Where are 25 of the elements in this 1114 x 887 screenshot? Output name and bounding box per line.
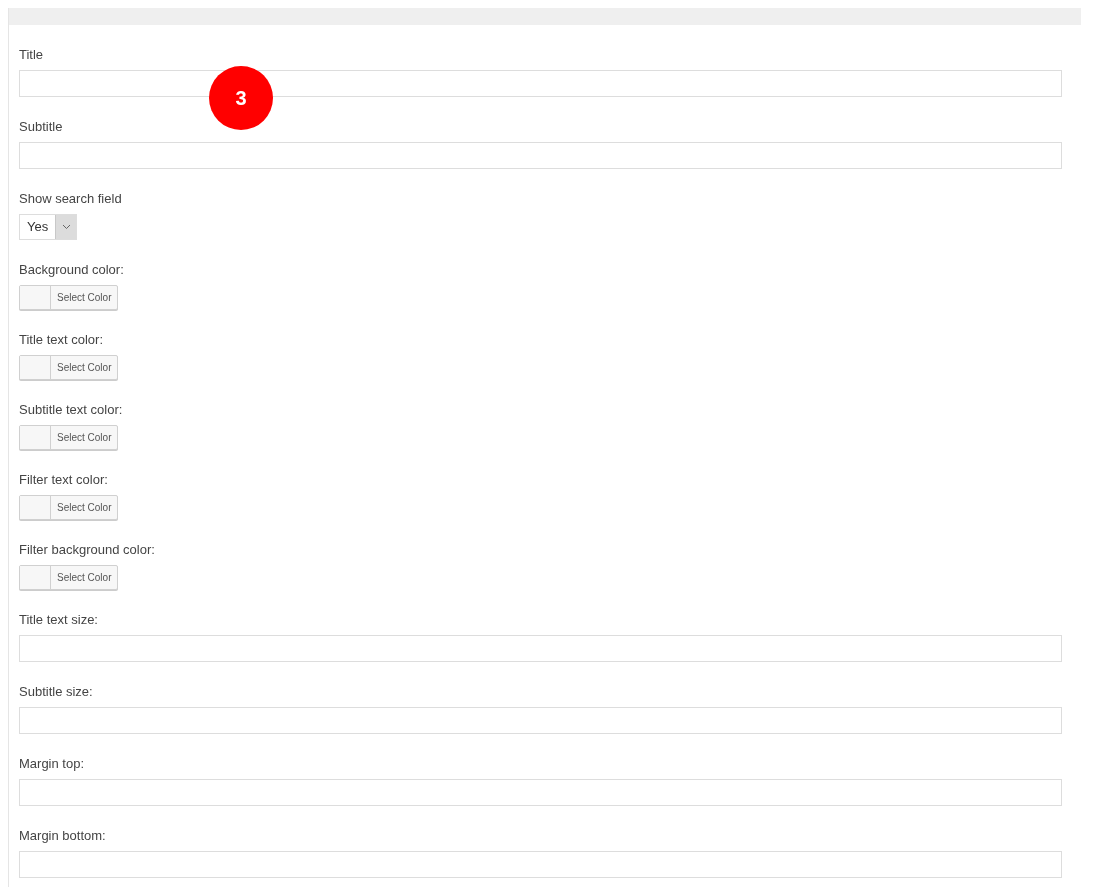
select-color-button[interactable]: Select Color xyxy=(19,285,119,310)
input-field[interactable] xyxy=(19,851,1062,878)
field-label: Title xyxy=(19,46,44,64)
input-field[interactable] xyxy=(19,142,1062,169)
field-label: Subtitle xyxy=(19,118,63,136)
field-label: Filter background color: xyxy=(19,541,155,559)
input-field[interactable] xyxy=(19,707,1062,734)
field-label: Background color: xyxy=(19,261,124,279)
step-badge: 3 xyxy=(209,66,273,130)
select-color-button[interactable]: Select Color xyxy=(19,565,119,590)
field-label: Show search field xyxy=(19,190,122,208)
field-label: Subtitle text color: xyxy=(19,401,123,419)
field-label: Title text color: xyxy=(19,331,104,349)
field-label: Margin bottom: xyxy=(19,827,106,845)
chevron-down-icon xyxy=(61,224,71,230)
field-label: Margin top: xyxy=(19,755,85,773)
select-color-button[interactable]: Select Color xyxy=(19,355,119,380)
input-field[interactable] xyxy=(19,635,1062,662)
field-label: Subtitle size: xyxy=(19,683,93,701)
select-color-button[interactable]: Select Color xyxy=(19,425,119,450)
field-label: Title text size: xyxy=(19,611,98,629)
select-dropdown[interactable]: Yes xyxy=(19,214,78,240)
input-field[interactable] xyxy=(19,779,1062,806)
select-color-button[interactable]: Select Color xyxy=(19,495,119,520)
field-label: Filter text color: xyxy=(19,471,108,489)
